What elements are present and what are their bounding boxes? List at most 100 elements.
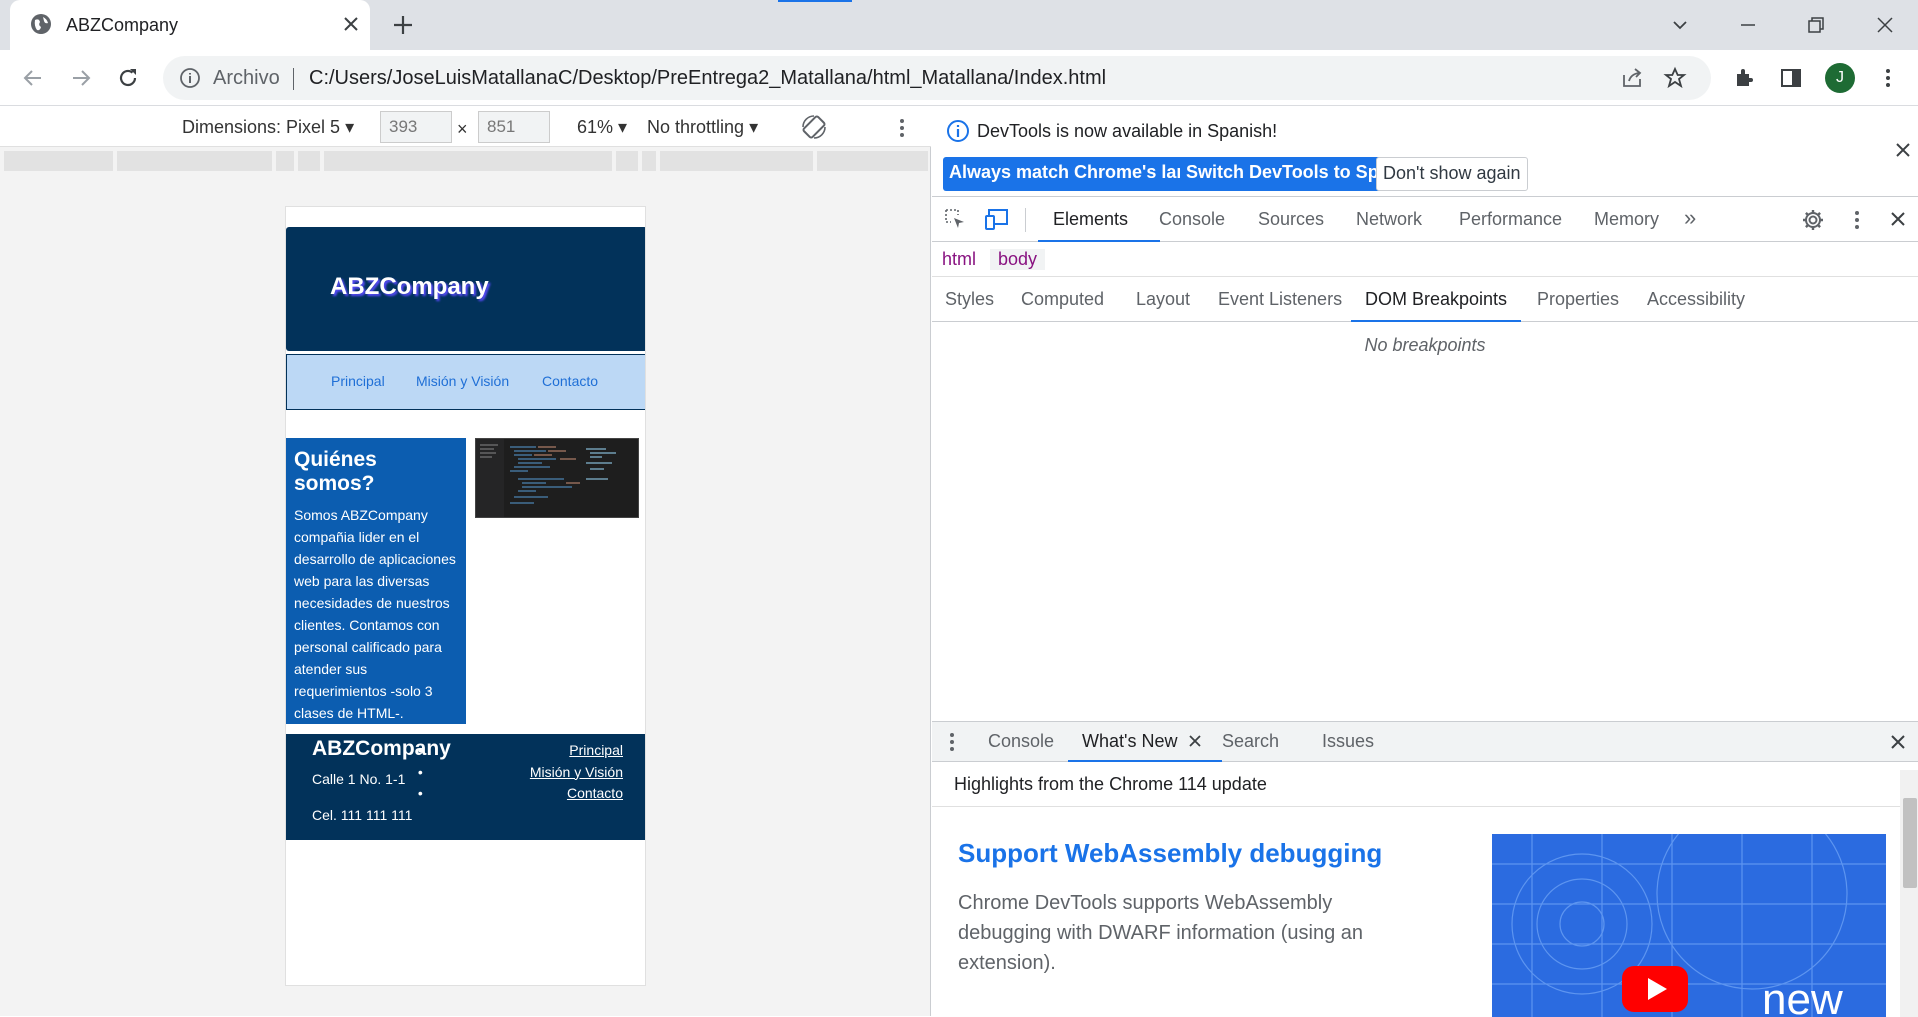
drawer-tab-issues[interactable]: Issues (1322, 731, 1374, 752)
info-icon[interactable] (179, 67, 201, 89)
infobar-message: DevTools is now available in Spanish! (977, 121, 1278, 141)
footer-link-principal[interactable]: Principal (569, 742, 623, 758)
zoom-dropdown[interactable]: 61% ▾ (577, 117, 627, 138)
footer-link-mision[interactable]: Misión y Visión (530, 764, 623, 780)
breadcrumb-html[interactable]: html (942, 249, 976, 270)
close-tab-icon[interactable] (341, 14, 361, 34)
tab-sources[interactable]: Sources (1258, 209, 1324, 230)
omnibox-separator (293, 68, 294, 90)
site-header: ABZCompany (286, 227, 645, 351)
footer-brand: ABZCompany (312, 737, 451, 760)
back-icon[interactable] (17, 62, 49, 94)
info-icon (946, 119, 970, 143)
device-more-icon[interactable] (895, 117, 909, 139)
about-title: Quiénes somos? (294, 448, 377, 495)
breadcrumb: html body (932, 243, 1918, 277)
divider (932, 806, 1900, 807)
whats-new-video-thumbnail[interactable]: new (1492, 834, 1886, 1017)
close-devtools-icon[interactable] (1889, 210, 1907, 228)
minimize-icon[interactable] (1733, 10, 1763, 40)
tab-computed[interactable]: Computed (1021, 289, 1104, 310)
nav-link-contacto[interactable]: Contacto (542, 373, 598, 389)
browser-menu-icon[interactable] (1872, 62, 1904, 94)
throttling-dropdown[interactable]: No throttling ▾ (647, 117, 758, 138)
list-item: • Principal (417, 742, 623, 758)
height-input[interactable]: 851 (478, 111, 550, 143)
drawer-menu-icon[interactable] (946, 731, 958, 753)
restore-icon[interactable] (1801, 10, 1831, 40)
tab-elements[interactable]: Elements (1053, 209, 1128, 230)
close-drawer-icon[interactable] (1889, 733, 1907, 751)
tab-console[interactable]: Console (1159, 209, 1225, 230)
tab-network[interactable]: Network (1356, 209, 1422, 230)
tab-strip: ABZCompany (0, 0, 1918, 50)
address-bar[interactable]: Archivo C:/Users/JoseLuisMatallanaC/Desk… (163, 56, 1711, 100)
close-whats-new-icon[interactable] (1187, 733, 1203, 749)
dimensions-dropdown[interactable]: Dimensions: Pixel 5 ▾ (182, 117, 354, 138)
scheme-label: Archivo (213, 67, 280, 89)
new-tab-icon[interactable] (390, 12, 416, 38)
media-query-bar[interactable] (4, 151, 928, 171)
devtools-menu-icon[interactable] (1850, 208, 1864, 232)
tab-properties[interactable]: Properties (1537, 289, 1619, 310)
empty-breakpoints-message: No breakpoints (1364, 335, 1486, 355)
side-panel-icon[interactable] (1775, 62, 1807, 94)
badge-new: new (1762, 975, 1843, 1017)
breadcrumb-body[interactable]: body (990, 249, 1046, 270)
share-icon[interactable] (1620, 66, 1644, 90)
tab-title: ABZCompany (66, 15, 179, 35)
reload-icon[interactable] (112, 62, 144, 94)
browser-tab[interactable]: ABZCompany (10, 0, 370, 50)
nav-link-mision[interactable]: Misión y Visión (416, 373, 509, 389)
footer-links: • Principal • Misión y Visión • Contacto (417, 740, 623, 805)
device-toolbar-toggle-icon[interactable] (985, 207, 1011, 231)
settings-gear-icon[interactable] (1801, 208, 1825, 232)
nav-link-principal[interactable]: Principal (331, 373, 385, 389)
browser-toolbar: Archivo C:/Users/JoseLuisMatallanaC/Desk… (0, 50, 1918, 106)
tab-styles[interactable]: Styles (945, 289, 994, 310)
tab-accessibility[interactable]: Accessibility (1647, 289, 1745, 310)
footer-link-contacto[interactable]: Contacto (567, 785, 623, 801)
device-emulation-area: Dimensions: Pixel 5 ▾ 393 × 851 61% ▾ No… (0, 107, 931, 1016)
devtools-drawer: Console What's New Search Issues Highlig… (932, 721, 1918, 1017)
about-text: Somos ABZCompany compañia lider en el de… (294, 507, 456, 721)
list-item: • Contacto (417, 785, 623, 801)
drawer-tab-search[interactable]: Search (1222, 731, 1279, 752)
site-footer: ABZCompany Calle 1 No. 1-1 Cel. 111 111 … (286, 734, 645, 840)
width-input[interactable]: 393 (380, 111, 452, 143)
device-toolbar: Dimensions: Pixel 5 ▾ 393 × 851 61% ▾ No… (0, 107, 931, 147)
avatar[interactable]: J (1825, 63, 1855, 93)
rotate-icon[interactable] (800, 113, 828, 141)
tabs-divider (1025, 208, 1026, 232)
more-tabs-icon[interactable]: » (1684, 205, 1696, 231)
tab-memory[interactable]: Memory (1594, 209, 1659, 230)
tab-dom-breakpoints[interactable]: DOM Breakpoints (1365, 289, 1507, 310)
tab-performance[interactable]: Performance (1459, 209, 1562, 230)
whats-new-title[interactable]: Support WebAssembly debugging (958, 838, 1382, 869)
bookmark-star-icon[interactable] (1663, 66, 1687, 90)
close-infobar-icon[interactable] (1894, 141, 1912, 159)
tab-layout[interactable]: Layout (1136, 289, 1190, 310)
url-text[interactable]: C:/Users/JoseLuisMatallanaC/Desktop/PreE… (309, 67, 1106, 90)
forward-icon[interactable] (65, 62, 97, 94)
close-window-icon[interactable] (1870, 10, 1900, 40)
drawer-tabs: Console What's New Search Issues (932, 722, 1918, 762)
tab-search-icon[interactable] (1665, 10, 1695, 40)
extensions-icon[interactable] (1728, 62, 1760, 94)
drawer-tab-console[interactable]: Console (988, 731, 1054, 752)
active-subtab-indicator (1351, 320, 1521, 322)
globe-icon (30, 13, 52, 35)
active-drawer-tab-indicator (1068, 760, 1222, 762)
about-section: Quiénes somos? Somos ABZCompany compañia… (286, 438, 466, 724)
drawer-scrollbar-thumb[interactable] (1903, 798, 1917, 888)
tab-event-listeners[interactable]: Event Listeners (1218, 289, 1342, 310)
throttling-label: No throttling (647, 117, 745, 137)
dimensions-label: Dimensions: Pixel 5 (182, 117, 341, 137)
drawer-tab-whats-new[interactable]: What's New (1082, 731, 1177, 752)
devtools-main-tabs: Elements Console Sources Network Perform… (932, 198, 1918, 242)
list-item: • Misión y Visión (417, 763, 623, 780)
language-infobar: DevTools is now available in Spanish! Al… (932, 107, 1918, 197)
dont-show-again-button[interactable]: Don't show again (1376, 157, 1528, 191)
inspect-element-icon[interactable] (943, 207, 967, 231)
loading-indicator (778, 0, 852, 2)
